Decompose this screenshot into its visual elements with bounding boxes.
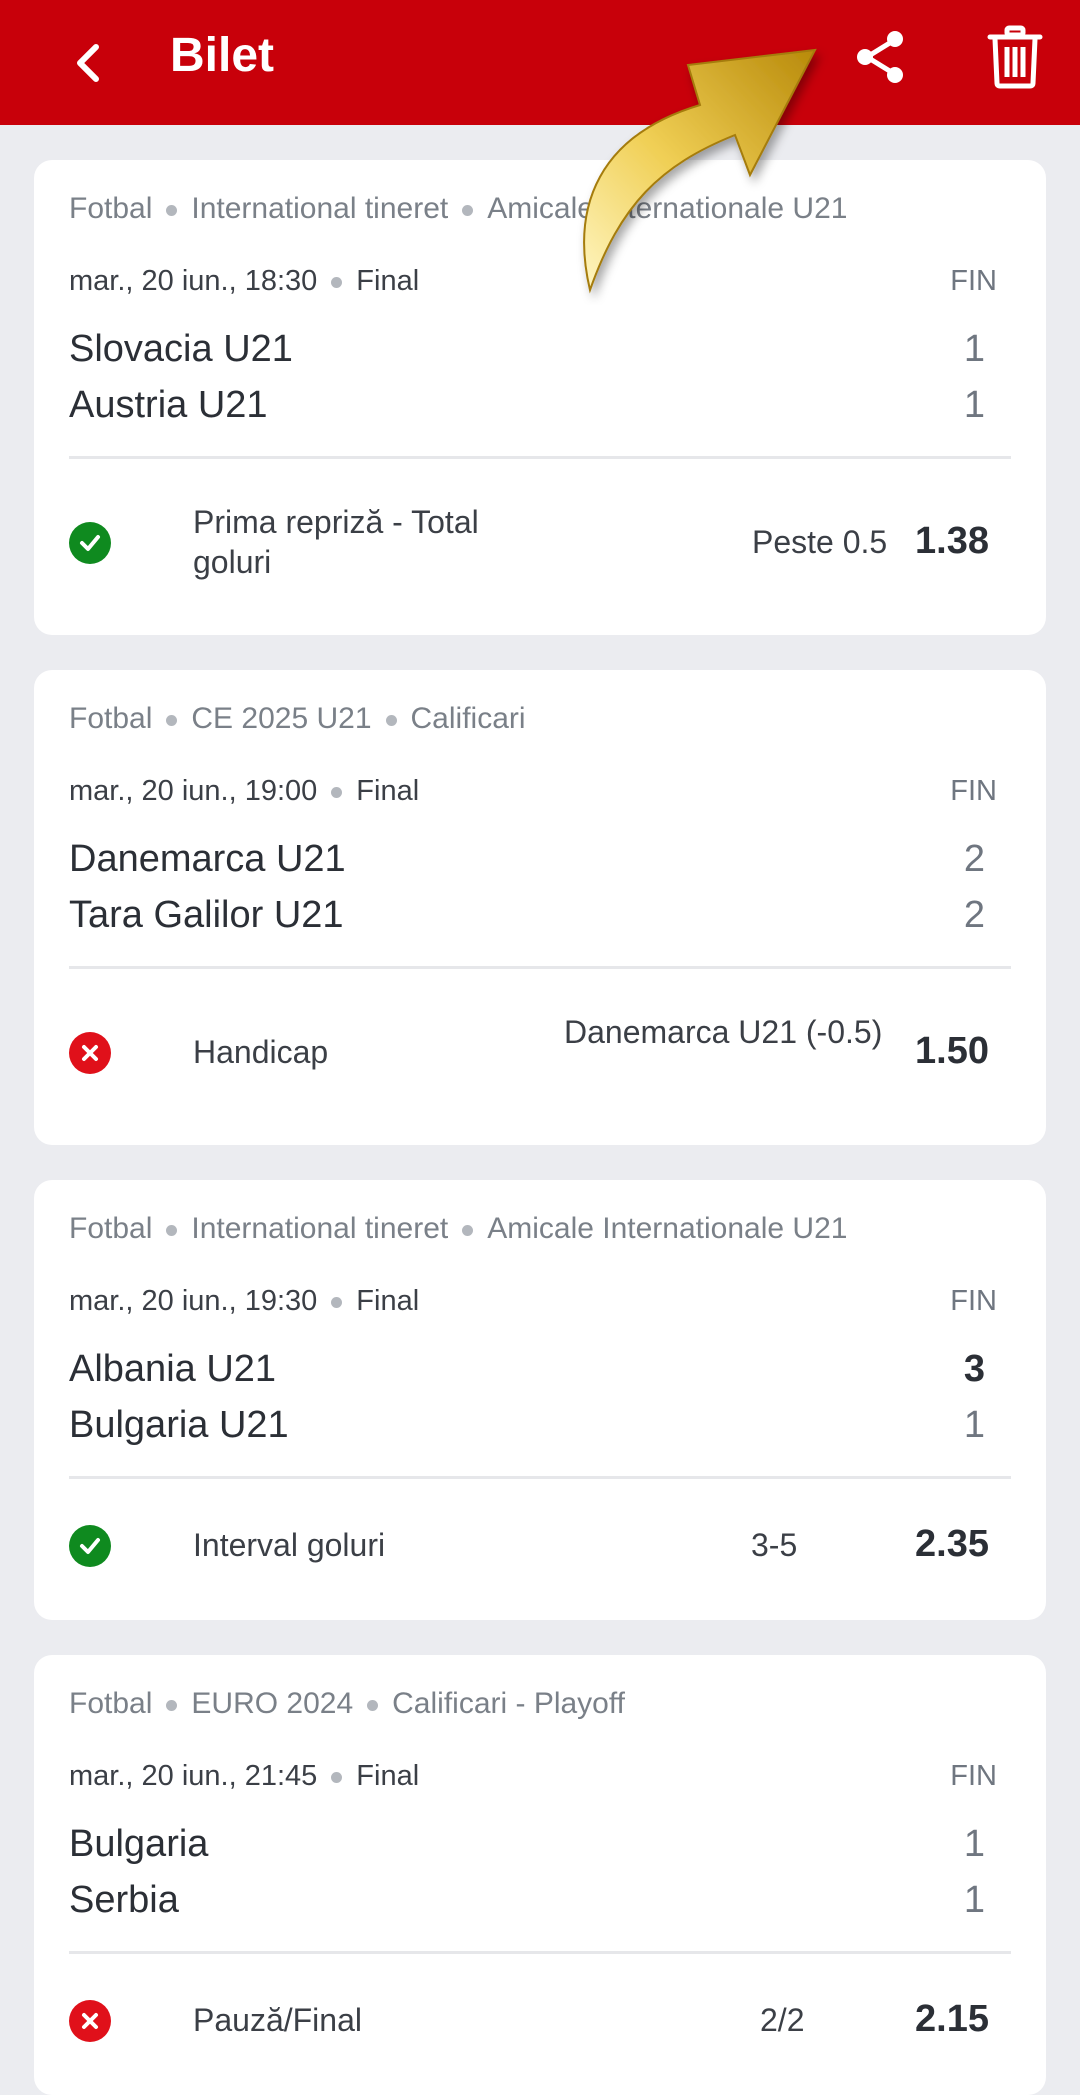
share-button[interactable] xyxy=(845,22,915,92)
separator-dot xyxy=(166,714,178,726)
category-label: CE 2025 U21 xyxy=(191,702,372,735)
category-label: International tineret xyxy=(191,1212,449,1245)
home-score: 1 xyxy=(963,328,985,370)
event-datetime: mar., 20 iun., 21:45 xyxy=(69,1760,318,1792)
sport-label: Fotbal xyxy=(69,1212,153,1245)
separator-dot xyxy=(331,276,343,288)
bet-won-badge xyxy=(69,522,111,564)
event-phase: Final xyxy=(356,265,420,297)
match-status: FIN xyxy=(950,1285,997,1317)
separator-dot xyxy=(462,1224,474,1236)
home-team: Danemarca U21 xyxy=(69,838,346,880)
check-icon xyxy=(80,535,100,551)
chevron-left-icon xyxy=(77,44,99,82)
separator-dot xyxy=(331,1771,343,1783)
away-score: 1 xyxy=(963,1404,985,1446)
bet-lost-badge xyxy=(69,2000,111,2042)
bet-pick: 3-5 xyxy=(751,1527,798,1563)
event-breadcrumb: Fotbal CE 2025 U21 Calificari xyxy=(69,702,526,736)
away-score: 1 xyxy=(963,384,985,426)
bet-pick: 2/2 xyxy=(760,2002,805,2038)
bet-market: Pauză/Final xyxy=(193,2002,362,2038)
separator-dot xyxy=(331,1296,343,1308)
sport-label: Fotbal xyxy=(69,702,153,735)
bet-pick: Danemarca U21 (-0.5) xyxy=(564,1014,883,1050)
top-app-bar: Bilet xyxy=(0,0,1080,125)
event-breadcrumb: Fotbal International tineret Amicale Inter… xyxy=(69,1212,847,1246)
bet-market: Handicap xyxy=(193,1034,329,1070)
event-time: mar., 20 iun., 21:45 Final xyxy=(69,1760,419,1793)
event-time: mar., 20 iun., 19:30 Final xyxy=(69,1285,419,1318)
page-title: Bilet xyxy=(170,29,275,82)
trash-icon xyxy=(987,25,1043,89)
cross-icon xyxy=(82,1045,98,1061)
event-card[interactable]: Fotbal International tineret Amicale Inter… xyxy=(34,1180,1046,1620)
divider xyxy=(69,966,1011,969)
event-datetime: mar., 20 iun., 18:30 xyxy=(69,265,318,297)
away-team: Tara Galilor U21 xyxy=(69,894,344,936)
event-datetime: mar., 20 iun., 19:30 xyxy=(69,1285,318,1317)
separator-dot xyxy=(367,1699,379,1711)
event-time: mar., 20 iun., 18:30 Final xyxy=(69,265,419,298)
tournament-label: Calificari - Playoff xyxy=(392,1687,625,1720)
event-card[interactable]: Fotbal International tineret Amicale Inter… xyxy=(34,160,1046,635)
divider xyxy=(69,1951,1011,1954)
event-phase: Final xyxy=(356,1285,420,1317)
separator-dot xyxy=(331,786,343,798)
match-status: FIN xyxy=(950,265,997,297)
bet-won-badge xyxy=(69,1525,111,1567)
away-team: Bulgaria U21 xyxy=(69,1404,289,1446)
curved-arrow-icon xyxy=(583,48,817,294)
category-label: International tineret xyxy=(191,192,449,225)
home-team: Slovacia U21 xyxy=(69,328,293,370)
sport-label: Fotbal xyxy=(69,1687,153,1720)
back-button[interactable] xyxy=(52,28,122,98)
separator-dot xyxy=(166,1224,178,1236)
separator-dot xyxy=(166,1699,178,1711)
event-datetime: mar., 20 iun., 19:00 xyxy=(69,775,318,807)
home-team: Bulgaria xyxy=(69,1823,209,1865)
match-status: FIN xyxy=(950,775,997,807)
tournament-label: Calificari xyxy=(410,702,526,735)
check-icon xyxy=(80,1538,100,1554)
bet-odds: 1.38 xyxy=(915,520,989,562)
match-status: FIN xyxy=(950,1760,997,1792)
away-score: 2 xyxy=(963,894,985,936)
cross-icon xyxy=(82,2013,98,2029)
event-card[interactable]: Fotbal CE 2025 U21 Calificari mar., 20 iun… xyxy=(34,670,1046,1145)
away-team: Serbia xyxy=(69,1879,179,1921)
away-team: Austria U21 xyxy=(69,384,268,426)
event-phase: Final xyxy=(356,1760,420,1792)
home-score: 3 xyxy=(963,1348,985,1390)
event-breadcrumb: Fotbal EURO 2024 Calificari - Playoff xyxy=(69,1687,625,1721)
event-card[interactable]: Fotbal EURO 2024 Calificari - Playoff mar.… xyxy=(34,1655,1046,2095)
bet-odds: 2.15 xyxy=(915,1998,989,2040)
away-score: 1 xyxy=(963,1879,985,1921)
share-icon xyxy=(857,31,903,83)
divider xyxy=(69,456,1011,459)
delete-button[interactable] xyxy=(980,22,1050,92)
bet-odds: 1.50 xyxy=(915,1030,989,1072)
tournament-label: Amicale Internationale U21 xyxy=(487,1212,848,1245)
event-time: mar., 20 iun., 19:00 Final xyxy=(69,775,419,808)
bet-market: Prima repriză - Total goluri xyxy=(193,504,479,580)
home-score: 2 xyxy=(963,838,985,880)
sport-label: Fotbal xyxy=(69,192,153,225)
divider xyxy=(69,1476,1011,1479)
bet-odds: 2.35 xyxy=(915,1523,989,1565)
home-score: 1 xyxy=(963,1823,985,1865)
separator-dot xyxy=(462,204,474,216)
separator-dot xyxy=(166,204,178,216)
category-label: EURO 2024 xyxy=(191,1687,354,1720)
separator-dot xyxy=(385,714,397,726)
bet-pick: Peste 0.5 xyxy=(752,524,888,560)
bet-market: Interval goluri xyxy=(193,1527,386,1563)
event-phase: Final xyxy=(356,775,420,807)
home-team: Albania U21 xyxy=(69,1348,277,1390)
bet-lost-badge xyxy=(69,1032,111,1074)
